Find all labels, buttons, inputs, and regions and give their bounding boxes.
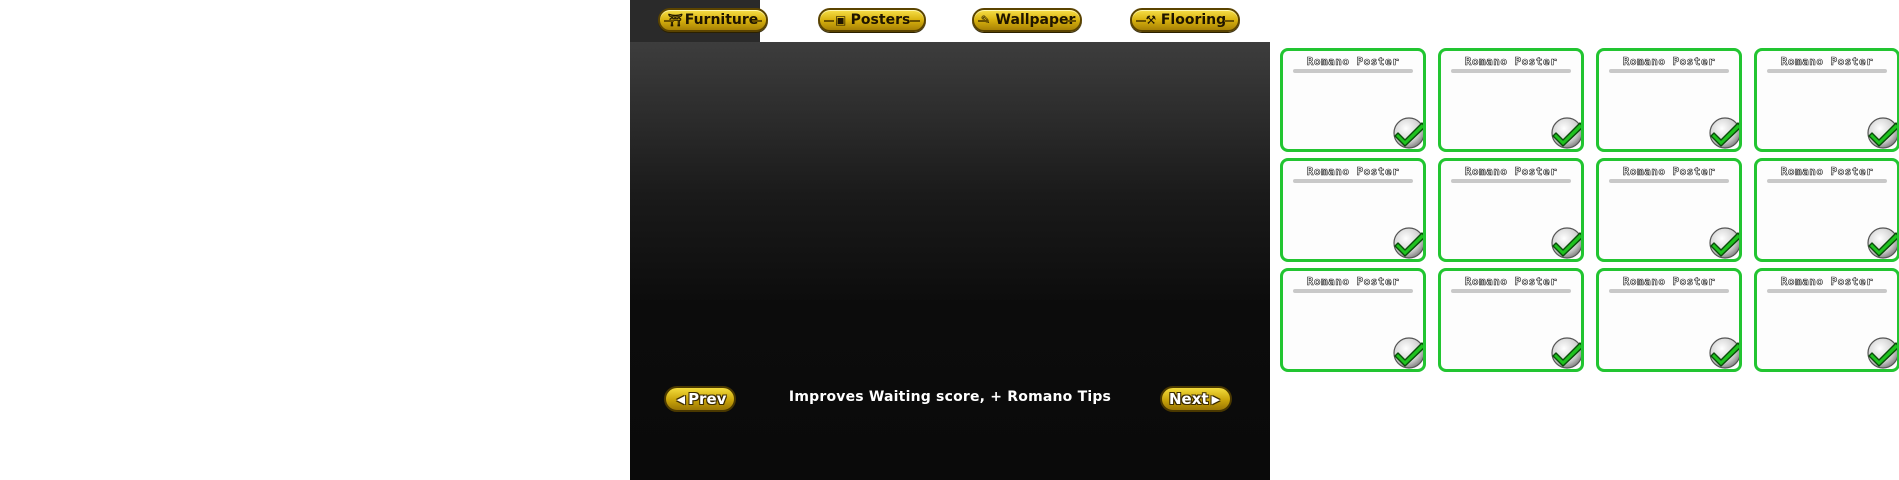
poster-card[interactable]: Romano Poster	[1280, 268, 1426, 372]
tab-posters-label: Posters	[850, 12, 911, 28]
checkmark-icon	[1391, 335, 1423, 369]
poster-card[interactable]: Romano Poster	[1438, 158, 1584, 262]
checkmark-icon	[1549, 115, 1581, 149]
checkmark-icon	[1865, 225, 1897, 259]
poster-card[interactable]: Romano Poster	[1596, 268, 1742, 372]
tab-wallpaper-label: Wallpaper	[995, 12, 1076, 28]
tab-furniture[interactable]: ⛩ Furniture	[658, 8, 768, 32]
poster-card[interactable]: Romano Poster	[1280, 158, 1426, 262]
poster-card[interactable]: Romano Poster	[1438, 48, 1584, 152]
poster-card-divider	[1293, 179, 1413, 183]
poster-card-title: Romano Poster	[1306, 275, 1400, 289]
poster-icon: ▣	[835, 13, 847, 27]
tab-flooring[interactable]: ⚒ Flooring	[1130, 8, 1240, 32]
poster-card[interactable]: Romano Poster	[1438, 268, 1584, 372]
poster-card-divider	[1609, 69, 1729, 73]
poster-card-title: Romano Poster	[1306, 165, 1400, 179]
checkmark-icon	[1707, 225, 1739, 259]
poster-grid: Romano Poster Romano Poster Romano Poster R…	[1280, 48, 1899, 372]
poster-card[interactable]: Romano Poster	[1596, 158, 1742, 262]
checkmark-icon	[1865, 115, 1897, 149]
preview-area	[630, 42, 1270, 480]
brush-icon: ✎	[980, 13, 991, 27]
trowel-icon: ⚒	[1145, 13, 1157, 27]
poster-card[interactable]: Romano Poster	[1596, 48, 1742, 152]
poster-card[interactable]: Romano Poster	[1754, 268, 1899, 372]
item-description: Improves Waiting score, + Romano Tips	[788, 389, 1112, 405]
poster-card-title: Romano Poster	[1780, 165, 1874, 179]
poster-card[interactable]: Romano Poster	[1280, 48, 1426, 152]
tab-posters[interactable]: ▣ Posters	[818, 8, 926, 32]
arrow-left-icon: ◀	[676, 392, 686, 406]
checkmark-icon	[1707, 335, 1739, 369]
game-screen: ⛩ Furniture ▣ Posters ✎ Wallpaper ⚒ Floo…	[0, 0, 1899, 480]
next-button[interactable]: Next ▶	[1160, 386, 1232, 412]
poster-card-title: Romano Poster	[1780, 55, 1874, 69]
poster-card-title: Romano Poster	[1622, 55, 1716, 69]
tab-wallpaper[interactable]: ✎ Wallpaper	[972, 8, 1082, 32]
checkmark-icon	[1549, 335, 1581, 369]
tab-flooring-label: Flooring	[1160, 12, 1227, 28]
poster-card-divider	[1609, 289, 1729, 293]
poster-card-title: Romano Poster	[1464, 165, 1558, 179]
checkmark-icon	[1865, 335, 1897, 369]
poster-card[interactable]: Romano Poster	[1754, 158, 1899, 262]
poster-card-title: Romano Poster	[1622, 275, 1716, 289]
poster-card-divider	[1767, 179, 1887, 183]
poster-card-title: Romano Poster	[1464, 275, 1558, 289]
poster-card-title: Romano Poster	[1464, 55, 1558, 69]
arrow-right-icon: ▶	[1211, 392, 1221, 406]
poster-card-divider	[1293, 289, 1413, 293]
tab-furniture-label: Furniture	[684, 12, 759, 28]
poster-card[interactable]: Romano Poster	[1754, 48, 1899, 152]
poster-card-divider	[1293, 69, 1413, 73]
poster-card-title: Romano Poster	[1780, 275, 1874, 289]
next-button-label: Next	[1168, 390, 1209, 408]
checkmark-icon	[1391, 115, 1423, 149]
poster-card-divider	[1451, 289, 1571, 293]
checkmark-icon	[1707, 115, 1739, 149]
prev-button-label: Prev	[688, 390, 727, 408]
poster-card-divider	[1767, 69, 1887, 73]
poster-card-divider	[1609, 179, 1729, 183]
poster-card-divider	[1451, 69, 1571, 73]
chair-icon: ⛩	[667, 13, 683, 27]
poster-card-title: Romano Poster	[1622, 165, 1716, 179]
checkmark-icon	[1549, 225, 1581, 259]
poster-card-title: Romano Poster	[1306, 55, 1400, 69]
checkmark-icon	[1391, 225, 1423, 259]
poster-card-divider	[1767, 289, 1887, 293]
prev-button[interactable]: ◀ Prev	[664, 386, 736, 412]
poster-card-divider	[1451, 179, 1571, 183]
